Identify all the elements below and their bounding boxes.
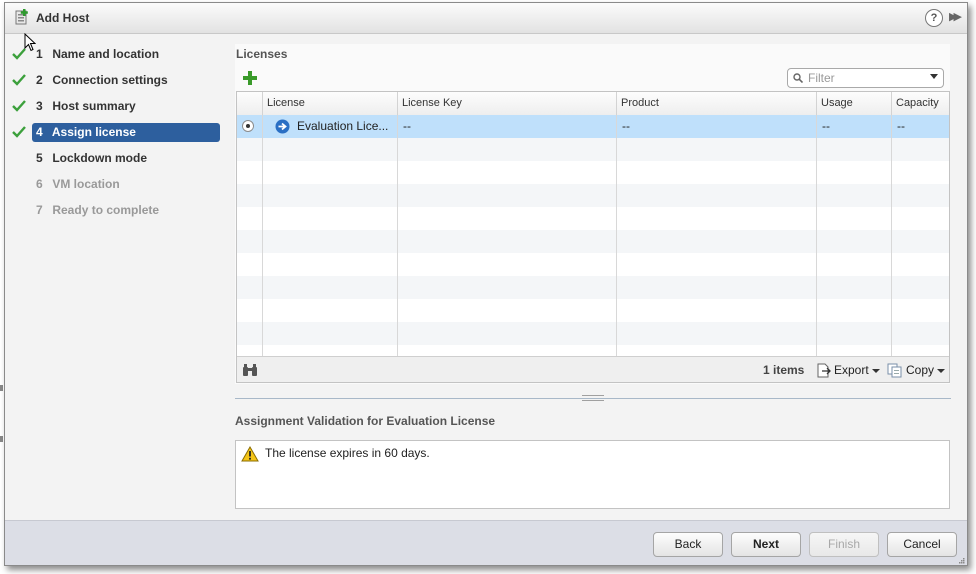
column-divider: [891, 115, 892, 357]
cell-usage: --: [822, 119, 830, 133]
empty-row: [237, 299, 949, 322]
item-count: 1 items: [763, 363, 805, 377]
license-arrow-icon: [275, 119, 290, 134]
filter-box[interactable]: [787, 68, 944, 88]
checkmark-icon: [12, 74, 26, 86]
chevron-down-icon: [871, 368, 880, 373]
step-assign-license[interactable]: 4 Assign license: [32, 123, 220, 142]
background-edge: [0, 436, 3, 442]
validation-box: The license expires in 60 days.: [235, 440, 950, 509]
dialog-title: Add Host: [36, 11, 90, 25]
next-button[interactable]: Next: [731, 532, 801, 557]
empty-row: [237, 184, 949, 207]
column-header-product[interactable]: Product: [616, 92, 816, 115]
add-host-dialog: Add Host ? ▶▶ 1 Name and location 2 Conn…: [4, 2, 968, 566]
filter-input[interactable]: [808, 70, 923, 86]
empty-row: [237, 138, 949, 161]
column-header-capacity[interactable]: Capacity: [891, 92, 949, 115]
step-lockdown-mode[interactable]: 5 Lockdown mode: [32, 149, 220, 168]
column-header-usage[interactable]: Usage: [816, 92, 891, 115]
column-header-license-key[interactable]: License Key: [397, 92, 616, 115]
cell-product: --: [622, 119, 630, 133]
cancel-button[interactable]: Cancel: [887, 532, 957, 557]
back-button[interactable]: Back: [653, 532, 723, 557]
splitter-grip-icon[interactable]: [582, 395, 604, 401]
cell-license: Evaluation Lice...: [297, 119, 389, 133]
mouse-cursor-icon: [24, 33, 36, 52]
finish-button: Finish: [809, 532, 879, 557]
validation-title: Assignment Validation for Evaluation Lic…: [235, 414, 496, 428]
dialog-footer: Back Next Finish Cancel: [5, 520, 967, 565]
chevron-down-icon[interactable]: [930, 74, 938, 79]
checkmark-icon: [12, 100, 26, 112]
export-button[interactable]: Export: [817, 362, 880, 378]
empty-row: [237, 207, 949, 230]
table-header: License License Key Product Usage Capaci…: [237, 92, 949, 116]
table-footer: 1 items Export Copy: [237, 356, 949, 382]
warning-icon: [241, 446, 259, 462]
empty-row: [237, 276, 949, 299]
search-icon: [793, 73, 803, 83]
empty-row: [237, 230, 949, 253]
wizard-steps: 1 Name and location 2 Connection setting…: [5, 34, 225, 520]
resize-grip-icon[interactable]: [957, 556, 965, 564]
step-connection-settings[interactable]: 2 Connection settings: [32, 71, 220, 90]
collapse-icon[interactable]: ▶▶: [949, 10, 963, 24]
empty-row: [237, 322, 949, 345]
copy-button[interactable]: Copy: [887, 362, 946, 378]
column-divider: [616, 115, 617, 357]
checkmark-icon: [12, 126, 26, 138]
title-bar[interactable]: Add Host ? ▶▶: [5, 3, 967, 34]
table-row[interactable]: Evaluation Lice... -- -- -- --: [237, 115, 949, 138]
column-header-select: [237, 92, 262, 115]
binoculars-icon[interactable]: [242, 363, 258, 377]
step-name-and-location[interactable]: 1 Name and location: [32, 45, 220, 64]
add-license-icon[interactable]: [242, 70, 258, 86]
row-radio[interactable]: [242, 120, 254, 132]
add-host-icon: [15, 9, 28, 25]
empty-row: [237, 161, 949, 184]
step-ready-to-complete: 7 Ready to complete: [36, 203, 160, 217]
main-content: Licenses License License Key Product Usa…: [225, 34, 967, 520]
column-header-license[interactable]: License: [262, 92, 397, 115]
export-icon: [817, 363, 831, 378]
chevron-down-icon: [937, 368, 946, 373]
step-vm-location: 6 VM location: [36, 177, 120, 191]
validation-message: The license expires in 60 days.: [265, 446, 430, 460]
cell-capacity: --: [897, 119, 905, 133]
copy-icon: [887, 363, 902, 378]
column-divider: [397, 115, 398, 357]
background-edge: [0, 385, 3, 391]
cell-license-key: --: [403, 119, 411, 133]
empty-row: [237, 253, 949, 276]
column-divider: [262, 115, 263, 357]
help-icon[interactable]: ?: [925, 9, 943, 27]
licenses-table: License License Key Product Usage Capaci…: [236, 91, 950, 383]
step-host-summary[interactable]: 3 Host summary: [32, 97, 220, 116]
licenses-title: Licenses: [236, 47, 288, 61]
column-divider: [816, 115, 817, 357]
